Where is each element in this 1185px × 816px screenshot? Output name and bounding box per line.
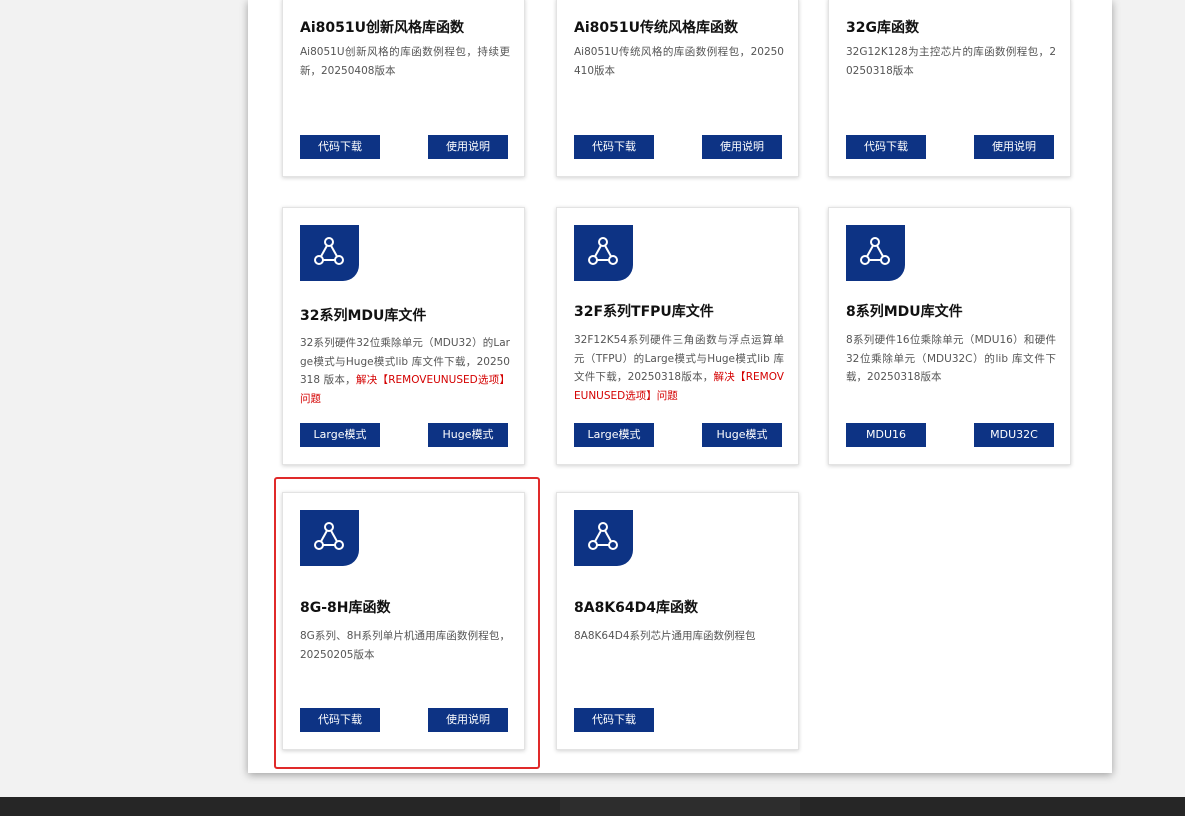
code-download-button[interactable]: 代码下载 [300,135,380,159]
user-guide-button[interactable]: 使用说明 [702,135,782,159]
card-description: 32G12K128为主控芯片的库函数例程包，20250318版本 [846,46,1056,77]
huge-mode-button[interactable]: Huge模式 [428,423,508,447]
card-description: 32F12K54系列硬件三角函数与浮点运算单元（TFPU）的Large模式与Hu… [574,334,784,402]
huge-mode-button[interactable]: Huge模式 [702,423,782,447]
user-guide-button[interactable]: 使用说明 [974,135,1054,159]
card-description: Ai8051U创新风格的库函数例程包，持续更新，20250408版本 [300,46,510,77]
large-mode-button[interactable]: Large模式 [574,423,654,447]
code-download-button[interactable]: 代码下载 [846,135,926,159]
network-triangle-icon [574,510,633,566]
card-8a8k64d4-library: 8A8K64D4库函数 8A8K64D4系列芯片通用库函数例程包 代码下载 [556,492,799,750]
card-title: 8A8K64D4库函数 [574,600,699,616]
network-triangle-icon [574,225,633,281]
network-triangle-icon [846,225,905,281]
card-title: 32系列MDU库文件 [300,308,427,324]
user-guide-button[interactable]: 使用说明 [428,135,508,159]
card-description: 8系列硬件16位乘除单元（MDU16）和硬件32位乘除单元（MDU32C）的li… [846,334,1056,383]
selection-highlight [274,477,540,769]
card-8-series-mdu: 8系列MDU库文件 8系列硬件16位乘除单元（MDU16）和硬件32位乘除单元（… [828,207,1071,465]
card-title: Ai8051U创新风格库函数 [300,20,464,36]
card-title: 32G库函数 [846,20,919,36]
taskbar [0,797,1185,816]
card-32g-library: 32G库函数 32G12K128为主控芯片的库函数例程包，20250318版本 … [828,0,1071,177]
large-mode-button[interactable]: Large模式 [300,423,380,447]
code-download-button[interactable]: 代码下载 [574,708,654,732]
card-title: 32F系列TFPU库文件 [574,304,714,320]
mdu32c-button[interactable]: MDU32C [974,423,1054,447]
card-description: Ai8051U传统风格的库函数例程包，20250410版本 [574,46,784,77]
mdu16-button[interactable]: MDU16 [846,423,926,447]
card-32-series-mdu: 32系列MDU库文件 32系列硬件32位乘除单元（MDU32）的Large模式与… [282,207,525,465]
card-ai8051u-classic-style: Ai8051U传统风格库函数 Ai8051U传统风格的库函数例程包，202504… [556,0,799,177]
code-download-button[interactable]: 代码下载 [574,135,654,159]
card-description: 8A8K64D4系列芯片通用库函数例程包 [574,630,756,642]
card-title: 8系列MDU库文件 [846,304,963,320]
card-title: Ai8051U传统风格库函数 [574,20,738,36]
card-ai8051u-new-style: Ai8051U创新风格库函数 Ai8051U创新风格的库函数例程包，持续更新，2… [282,0,525,177]
card-32f-series-tfpu: 32F系列TFPU库文件 32F12K54系列硬件三角函数与浮点运算单元（TFP… [556,207,799,465]
card-description: 32系列硬件32位乘除单元（MDU32）的Large模式与Huge模式lib 库… [300,337,510,405]
network-triangle-icon [300,225,359,281]
